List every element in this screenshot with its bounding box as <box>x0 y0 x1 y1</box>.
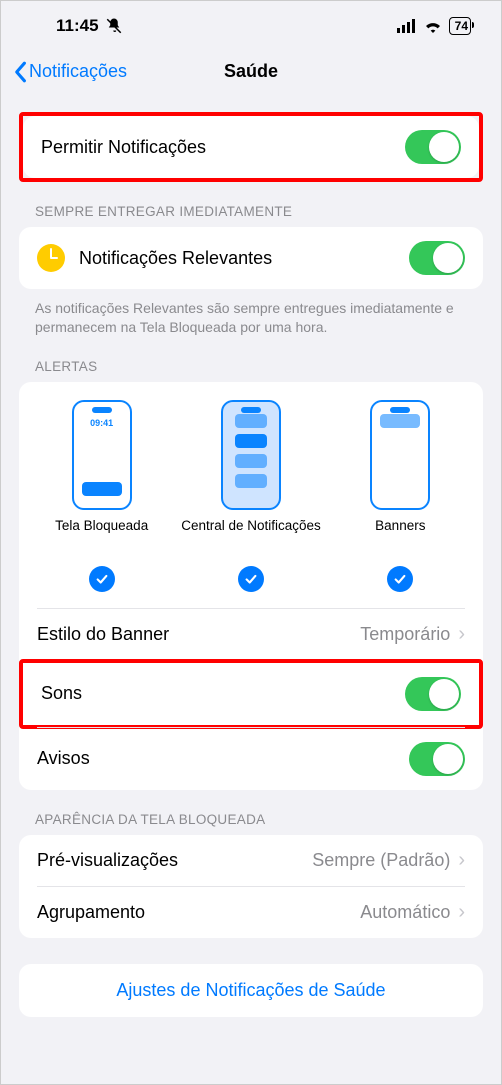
chevron-right-icon: › <box>458 623 465 646</box>
alert-banners-label: Banners <box>375 518 425 550</box>
clock-icon <box>37 244 65 272</box>
sounds-row[interactable]: Sons <box>23 663 479 725</box>
lockscreen-check[interactable] <box>89 566 115 592</box>
chevron-left-icon <box>13 61 27 83</box>
nav-header: Notificações Saúde <box>1 51 501 96</box>
sounds-toggle[interactable] <box>405 677 461 711</box>
banner-style-label: Estilo do Banner <box>37 624 169 645</box>
health-notification-settings-label: Ajustes de Notificações de Saúde <box>116 980 385 1000</box>
cellular-icon <box>397 19 417 33</box>
battery-indicator: 74 <box>449 17 471 35</box>
relevant-notifications-row[interactable]: Notificações Relevantes <box>19 227 483 289</box>
alerts-header: ALERTAS <box>1 337 501 382</box>
allow-notifications-toggle[interactable] <box>405 130 461 164</box>
status-left: 11:45 <box>56 16 123 36</box>
allow-notifications-highlight: Permitir Notificações <box>19 112 483 182</box>
chevron-right-icon: › <box>458 849 465 872</box>
chevron-right-icon: › <box>458 901 465 924</box>
grouping-row[interactable]: Agrupamento Automático › <box>19 887 483 938</box>
page-title: Saúde <box>224 61 278 82</box>
banner-style-value: Temporário <box>360 624 450 645</box>
battery-level: 74 <box>455 19 468 33</box>
previews-value: Sempre (Padrão) <box>312 850 450 871</box>
alerts-preview-grid: 09:41 Tela Bloqueada Central de Notifica… <box>19 382 483 560</box>
mute-icon <box>105 17 123 35</box>
allow-notifications-label: Permitir Notificações <box>41 137 206 158</box>
back-label: Notificações <box>29 61 127 82</box>
alert-banners-option[interactable]: Banners <box>326 400 474 550</box>
lockscreen-header: APARÊNCIA DA TELA BLOQUEADA <box>1 790 501 835</box>
sounds-label: Sons <box>41 683 82 704</box>
checkmark-icon <box>95 572 109 586</box>
relevant-notifications-label: Notificações Relevantes <box>79 248 272 269</box>
alert-center-label: Central de Notificações <box>181 518 321 550</box>
status-right: 74 <box>397 17 471 35</box>
badges-row[interactable]: Avisos <box>19 728 483 790</box>
lockscreen-preview-time: 09:41 <box>74 418 130 428</box>
health-notification-settings-link[interactable]: Ajustes de Notificações de Saúde <box>19 964 483 1017</box>
checkmark-icon <box>393 572 407 586</box>
badges-toggle[interactable] <box>409 742 465 776</box>
checkmark-icon <box>244 572 258 586</box>
alert-lockscreen-label: Tela Bloqueada <box>55 518 148 550</box>
banners-preview-icon <box>370 400 430 510</box>
banner-style-row[interactable]: Estilo do Banner Temporário › <box>19 609 483 660</box>
sounds-highlight: Sons <box>19 659 483 729</box>
back-button[interactable]: Notificações <box>13 61 127 83</box>
grouping-value: Automático <box>360 902 450 923</box>
notification-center-preview-icon <box>221 400 281 510</box>
allow-notifications-row[interactable]: Permitir Notificações <box>23 116 479 178</box>
previews-row[interactable]: Pré-visualizações Sempre (Padrão) › <box>19 835 483 886</box>
banners-check[interactable] <box>387 566 413 592</box>
status-time: 11:45 <box>56 16 99 36</box>
relevant-notifications-toggle[interactable] <box>409 241 465 275</box>
center-check[interactable] <box>238 566 264 592</box>
status-bar: 11:45 74 <box>1 1 501 51</box>
wifi-icon <box>423 19 443 33</box>
lockscreen-preview-icon: 09:41 <box>72 400 132 510</box>
previews-label: Pré-visualizações <box>37 850 178 871</box>
deliver-header: SEMPRE ENTREGAR IMEDIATAMENTE <box>1 182 501 227</box>
alert-center-option[interactable]: Central de Notificações <box>177 400 325 550</box>
alert-lockscreen-option[interactable]: 09:41 Tela Bloqueada <box>28 400 176 550</box>
badges-label: Avisos <box>37 748 90 769</box>
alerts-check-row <box>19 560 483 608</box>
grouping-label: Agrupamento <box>37 902 145 923</box>
deliver-footer: As notificações Relevantes são sempre en… <box>1 289 501 337</box>
